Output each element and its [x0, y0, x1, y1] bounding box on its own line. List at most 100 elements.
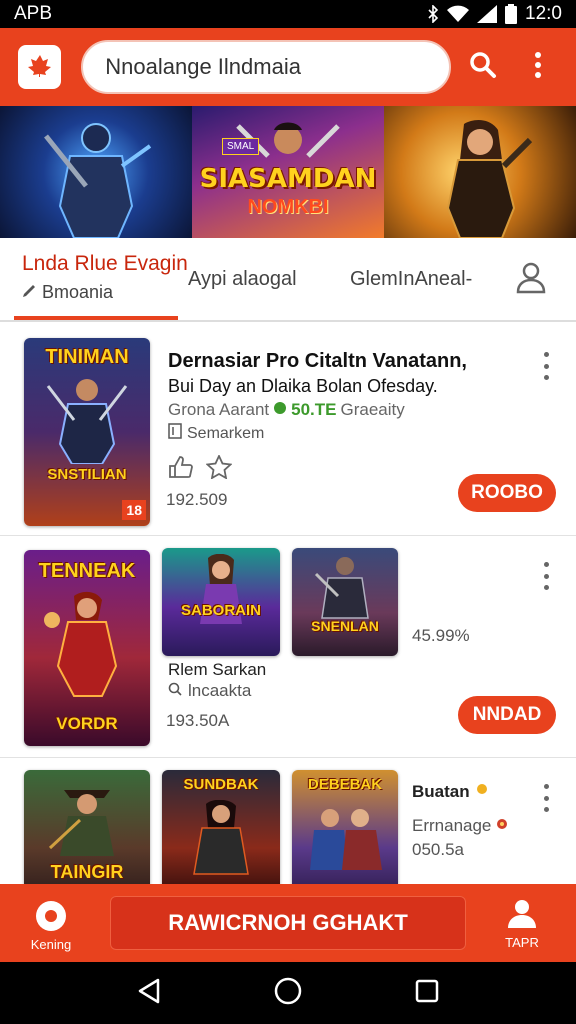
red-heroine-art: [44, 591, 118, 697]
game-cover-title: TINIMAN: [45, 346, 129, 368]
bottom-bar: Kening RAWICRNOH GGHAKT TAPR: [0, 884, 576, 962]
banner-panel-right: [384, 106, 576, 238]
user-icon: [514, 262, 548, 298]
game-cover-subtitle: SNSTILIAN: [47, 466, 127, 483]
item-menu-button[interactable]: [536, 562, 556, 590]
featured-banner[interactable]: SMAL SIASAMDAN NOMKBI: [0, 106, 576, 238]
heroine-art: [446, 120, 533, 238]
game-price: 050.5a: [412, 840, 464, 859]
game-thumb: SABORAIN: [162, 548, 280, 656]
play-disc-icon: [35, 900, 67, 935]
maple-leaf-icon: [27, 53, 53, 82]
bluetooth-icon: [427, 5, 439, 23]
game-percent: 45.99%: [412, 626, 470, 645]
game-developer-label: Semarkem: [187, 424, 265, 442]
game-subtitle: Errnanage: [412, 816, 509, 836]
profile-tab-button[interactable]: [514, 260, 548, 299]
tab-active-sub-label: Bmoania: [42, 282, 114, 302]
person-icon: [507, 898, 537, 933]
item-menu-button[interactable]: [536, 784, 556, 812]
more-vert-icon: [534, 51, 542, 83]
system-nav-bar: [0, 962, 576, 1024]
game-subtitle: Bui Day an Dlaika Bolan Ofesday.: [168, 376, 438, 396]
game-developer: lncaakta: [168, 681, 251, 701]
game-thumb-title: SUNDBAK: [183, 776, 259, 793]
search-button[interactable]: [463, 47, 502, 87]
app-bar: Nnoalange Ilndmaia: [0, 28, 576, 106]
group-art: [310, 809, 382, 870]
game-price: 192.509: [166, 490, 228, 509]
tab-second[interactable]: Aypi alaogal: [188, 268, 297, 291]
tab-indicator: [14, 316, 178, 320]
game-rating: 50.TE: [291, 400, 337, 419]
tab-active[interactable]: Lnda Rlue Evagin Bmoania: [22, 252, 188, 303]
banner-subtitle: NOMKBI: [247, 196, 329, 218]
game-thumb: DEBEBAK: [292, 770, 398, 900]
tab-third[interactable]: GlemInAneal-: [350, 268, 472, 291]
developer-icon: [168, 423, 182, 444]
game-cover: TENNEAK VORDR: [24, 550, 150, 746]
age-badge: 18: [122, 500, 146, 520]
sun-icon: [474, 781, 490, 802]
game-thumb: SNENLAN: [292, 548, 398, 656]
game-price: 193.50A: [166, 711, 230, 730]
nav-profile[interactable]: TAPR: [500, 898, 544, 950]
home-icon[interactable]: [273, 976, 303, 1011]
app-logo[interactable]: [18, 45, 62, 89]
back-icon[interactable]: [136, 977, 162, 1010]
category-tabs: Lnda Rlue Evagin Bmoania Aypi alaogal Gl…: [0, 238, 576, 322]
game-name: Buatan: [412, 781, 490, 802]
game-thumb-title: DEBEBAK: [307, 776, 383, 793]
install-button[interactable]: ROOBO: [458, 474, 556, 512]
flower-icon: [495, 816, 509, 836]
game-name: Rlem Sarkan: [168, 660, 267, 679]
clock: 12:0: [525, 3, 562, 24]
game-thumb-title: SABORAIN: [180, 602, 261, 619]
game-cover: TAINGIR: [24, 770, 150, 900]
search-icon: [468, 50, 498, 85]
banner-tag: SMAL: [222, 138, 260, 155]
battery-icon: [505, 4, 518, 24]
install-button[interactable]: NNDAD: [458, 696, 556, 734]
game-title: Dernasiar Pro Citaltn Vanatann,: [168, 350, 467, 372]
game-subtitle-label: Errnanage: [412, 816, 492, 835]
item-actions: [168, 453, 233, 484]
banner-title: SIASAMDAN: [199, 164, 377, 194]
thumbs-up-icon[interactable]: [168, 455, 194, 484]
game-meta-right: Graeaity: [340, 400, 405, 419]
game-thumb-title: SNENLAN: [311, 618, 379, 634]
fighter-art: [193, 800, 249, 875]
tab-active-sub: Bmoania: [22, 282, 178, 303]
primary-cta-button[interactable]: RAWICRNOH GGHAKT: [110, 896, 466, 950]
banner-panel-left: [0, 106, 192, 238]
nav-home[interactable]: Kening: [24, 900, 78, 952]
item-menu-button[interactable]: [536, 352, 556, 380]
pen-icon: [22, 282, 36, 303]
signal-icon: [477, 5, 498, 23]
rating-icon: [273, 400, 287, 420]
search-input[interactable]: Nnoalange Ilndmaia: [81, 40, 452, 94]
recents-icon[interactable]: [414, 978, 440, 1009]
game-developer-label: lncaakta: [188, 681, 252, 700]
game-thumb: SUNDBAK: [162, 770, 280, 900]
wifi-icon: [447, 5, 470, 23]
banner-panel-center: SMAL SIASAMDAN NOMKBI: [192, 106, 384, 238]
overflow-menu-button[interactable]: [519, 47, 558, 87]
knight-art: [46, 379, 128, 464]
search-input-value: Nnoalange Ilndmaia: [105, 54, 301, 79]
game-meta-left: Grona Aarant: [168, 400, 270, 419]
game-cover-subtitle: VORDR: [56, 714, 118, 733]
game-name-label: Buatan: [412, 781, 470, 801]
game-cover-title: TENNEAK: [38, 560, 136, 582]
star-icon[interactable]: [205, 453, 233, 484]
nav-home-label: Kening: [30, 937, 72, 952]
soldier-art: [314, 557, 369, 619]
status-bar: APB 12:0: [0, 0, 576, 28]
nav-profile-label: TAPR: [505, 935, 539, 950]
game-cover-title: TAINGIR: [50, 862, 124, 882]
game-cover: TINIMAN SNSTILIAN 18: [24, 338, 150, 526]
cowboy-art: [48, 790, 114, 856]
tab-active-title: Lnda Rlue Evagin: [22, 252, 188, 275]
list-item[interactable]: TENNEAK VORDR SABORAIN SNENLAN NNDAD: [0, 536, 576, 758]
search-small-icon: [168, 681, 182, 701]
